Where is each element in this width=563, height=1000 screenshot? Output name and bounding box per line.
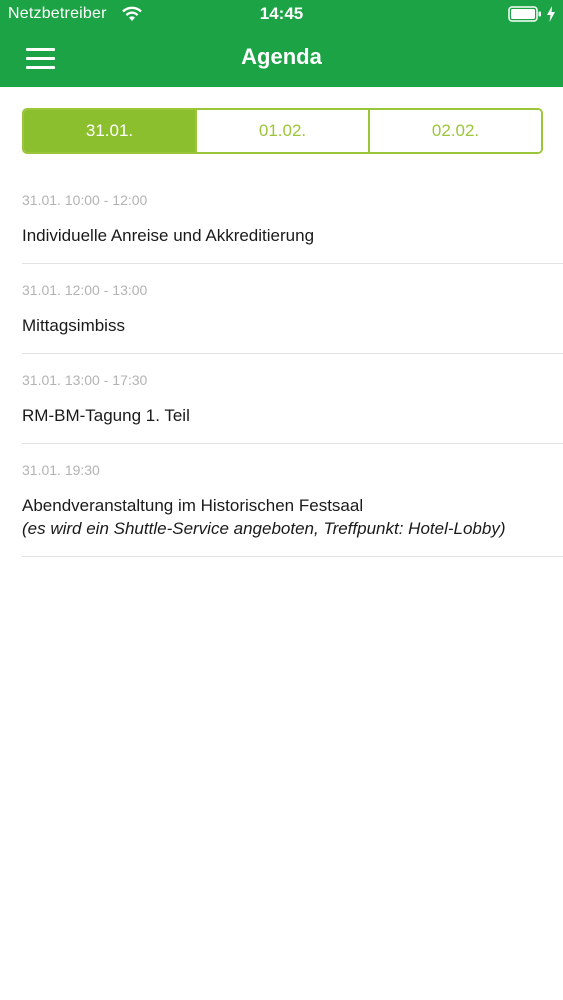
agenda-list: 31.01. 10:00 - 12:00 Individuelle Anreis… <box>22 174 563 557</box>
page-title: Agenda <box>241 44 322 69</box>
agenda-item[interactable]: 31.01. 12:00 - 13:00 Mittagsimbiss <box>22 264 563 354</box>
day-selector: 31.01. 01.02. 02.02. <box>22 108 543 154</box>
agenda-title: Abendveranstaltung im Historischen Fests… <box>22 496 364 515</box>
agenda-title: RM-BM-Tagung 1. Teil <box>22 406 190 425</box>
agenda-item[interactable]: 31.01. 10:00 - 12:00 Individuelle Anreis… <box>22 174 563 264</box>
agenda-title: Individuelle Anreise und Akkreditierung <box>22 226 315 245</box>
agenda-item[interactable]: 31.01. 13:00 - 17:30 RM-BM-Tagung 1. Tei… <box>22 354 563 444</box>
day-tab-01-02[interactable]: 01.02. <box>195 110 368 152</box>
agenda-note: (es wird ein Shuttle-Service angeboten, … <box>22 519 506 538</box>
status-bar: Netzbetreiber 14:45 <box>0 0 563 30</box>
navigation-bar: Agenda <box>0 30 563 87</box>
battery-full-icon <box>508 6 541 22</box>
agenda-title: Mittagsimbiss <box>22 316 125 335</box>
agenda-item[interactable]: 31.01. 19:30 Abendveranstaltung im Histo… <box>22 444 563 557</box>
day-tab-31-01[interactable]: 31.01. <box>24 110 195 152</box>
day-tab-02-02[interactable]: 02.02. <box>368 110 541 152</box>
status-time: 14:45 <box>259 4 304 23</box>
agenda-time: 31.01. 12:00 - 13:00 <box>22 282 148 298</box>
agenda-time: 31.01. 13:00 - 17:30 <box>22 372 148 388</box>
agenda-time: 31.01. 19:30 <box>22 462 100 478</box>
charging-bolt-icon <box>547 6 555 22</box>
header: Netzbetreiber 14:45 Agenda <box>0 0 563 87</box>
agenda-time: 31.01. 10:00 - 12:00 <box>22 192 148 208</box>
app-root: Netzbetreiber 14:45 Agenda 31.01. 01.02.… <box>0 0 563 1000</box>
